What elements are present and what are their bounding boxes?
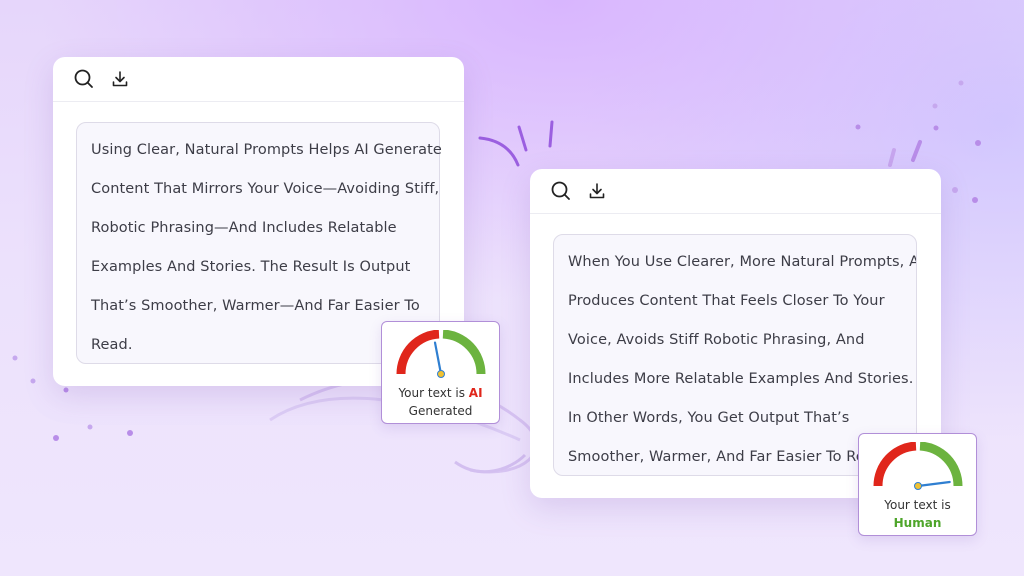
text-line: Examples And Stories. The Result Is Outp… <box>91 259 411 275</box>
text-line: In Other Words, You Get Output That’s <box>568 410 850 426</box>
gauge-dial <box>395 330 486 378</box>
human-detector-gauge: Your text is Human <box>858 433 977 536</box>
text-line: Content That Mirrors Your Voice—Avoiding… <box>91 181 440 197</box>
text-line: Includes More Relatable Examples And Sto… <box>568 371 914 387</box>
text-line: When You Use Clearer, More Natural Promp… <box>568 254 917 270</box>
search-icon[interactable] <box>73 68 95 90</box>
verdict-human: Human <box>893 516 942 530</box>
gauge-needle <box>433 341 442 376</box>
verdict-ai: AI <box>468 386 483 400</box>
text-line: That’s Smoother, Warmer—And Far Easier T… <box>91 298 420 314</box>
card-toolbar <box>53 57 464 102</box>
gauge-dial <box>872 442 963 490</box>
text-line: Produces Content That Feels Closer To Yo… <box>568 293 885 309</box>
text-line: Robotic Phrasing—And Includes Relatable <box>91 220 397 236</box>
text-line: Smoother, Warmer, And Far Easier To Read… <box>568 449 888 465</box>
text-line: Read. <box>91 337 133 353</box>
gauge-prefix: Your text is <box>398 386 465 400</box>
download-icon[interactable] <box>586 180 608 202</box>
gauge-suffix: Generated <box>408 404 473 418</box>
gauge-label: Your text is AI <box>382 384 499 402</box>
card-toolbar <box>530 169 941 214</box>
text-line: Using Clear, Natural Prompts Helps AI Ge… <box>91 142 442 158</box>
gauge-needle <box>916 480 951 488</box>
search-icon[interactable] <box>550 180 572 202</box>
text-line: Voice, Avoids Stiff Robotic Phrasing, An… <box>568 332 865 348</box>
ai-detector-gauge: Your text is AI Generated <box>381 321 500 424</box>
download-icon[interactable] <box>109 68 131 90</box>
gauge-prefix: Your text is <box>884 498 951 512</box>
